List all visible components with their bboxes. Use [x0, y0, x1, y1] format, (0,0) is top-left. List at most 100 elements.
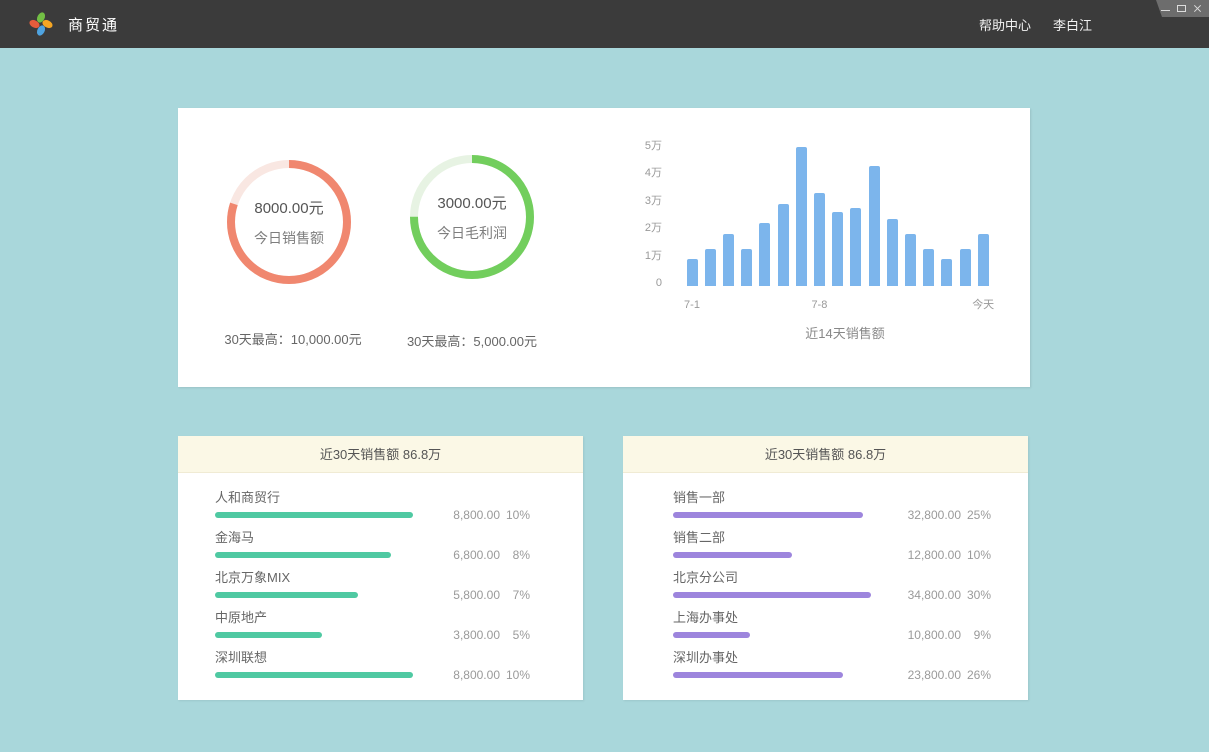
rank-bar-track	[673, 552, 871, 558]
rank-value: 34,800.00	[889, 588, 961, 602]
rank-label: 销售一部	[673, 490, 885, 505]
rank-row: 销售一部32,800.0025%	[623, 490, 1028, 518]
topbar: 商贸通 帮助中心 李白江	[0, 0, 1209, 48]
x-tick-label: 今天	[958, 298, 1008, 312]
rank-percent: 5%	[504, 628, 530, 642]
y-tick-label: 5万	[622, 139, 662, 153]
kpi-overview-card: 8000.00元 今日销售额 3000.00元 今日毛利润 30天最高：10,0…	[178, 108, 1030, 387]
today-profit-gauge: 3000.00元 今日毛利润	[402, 147, 542, 287]
gauge-center: 3000.00元 今日毛利润	[402, 147, 542, 287]
rank-row-left: 人和商贸行	[215, 490, 424, 518]
minimize-icon	[1161, 10, 1170, 11]
bar	[814, 193, 825, 287]
rank-row: 北京万象MIX5,800.007%	[178, 570, 583, 598]
rank-percent: 8%	[504, 548, 530, 562]
bar	[687, 259, 698, 287]
rank-bar	[215, 552, 391, 558]
rank-label: 金海马	[215, 530, 424, 545]
rank-bar-track	[673, 512, 871, 518]
window-close-button[interactable]	[1191, 0, 1204, 17]
gauge-value: 3000.00元	[437, 192, 506, 213]
rank-value: 6,800.00	[428, 548, 500, 562]
rank-row-left: 销售二部	[673, 530, 885, 558]
rank-bar-track	[215, 512, 413, 518]
rank-row-left: 上海办事处	[673, 610, 885, 638]
bar	[796, 147, 807, 286]
sales-30d-customers-panel: 近30天销售额 86.8万 人和商贸行8,800.0010%金海马6,800.0…	[178, 436, 583, 700]
rank-row: 金海马6,800.008%	[178, 530, 583, 558]
rank-label: 销售二部	[673, 530, 885, 545]
app-logo-icon	[28, 11, 54, 37]
rank-bar	[673, 672, 843, 678]
bar	[705, 249, 716, 286]
bar	[887, 219, 898, 286]
rank-percent: 25%	[965, 508, 991, 522]
rank-bar	[673, 592, 871, 598]
rank-bar-track	[215, 632, 413, 638]
rank-value: 10,800.00	[889, 628, 961, 642]
gauge-label: 今日销售额	[254, 228, 324, 248]
rank-label: 北京万象MIX	[215, 570, 424, 585]
rank-row: 销售二部12,800.0010%	[623, 530, 1028, 558]
bar	[905, 234, 916, 286]
chart-caption: 近14天销售额	[735, 323, 955, 342]
rank-label: 上海办事处	[673, 610, 885, 625]
bar	[741, 249, 752, 286]
rank-bar	[215, 512, 413, 518]
rank-percent: 26%	[965, 668, 991, 682]
gauge-footnote: 30天最高：5,000.00元	[332, 331, 612, 350]
rank-row: 深圳联想8,800.0010%	[178, 650, 583, 678]
rank-percent: 30%	[965, 588, 991, 602]
rank-bar-track	[215, 672, 413, 678]
rank-row-left: 北京万象MIX	[215, 570, 424, 598]
bar	[978, 234, 989, 286]
help-center-link[interactable]: 帮助中心	[979, 15, 1031, 34]
rank-percent: 10%	[965, 548, 991, 562]
rank-value: 12,800.00	[889, 548, 961, 562]
user-menu[interactable]: 李白江	[1053, 15, 1092, 34]
rank-row: 深圳办事处23,800.0026%	[623, 650, 1028, 678]
close-icon	[1193, 4, 1202, 13]
rank-row-left: 中原地产	[215, 610, 424, 638]
bar	[923, 249, 934, 286]
rank-value: 8,800.00	[428, 508, 500, 522]
rank-label: 中原地产	[215, 610, 424, 625]
topbar-nav: 帮助中心 李白江	[979, 15, 1092, 34]
rank-value: 3,800.00	[428, 628, 500, 642]
rank-row-left: 深圳联想	[215, 650, 424, 678]
rank-label: 北京分公司	[673, 570, 885, 585]
gauge-center: 8000.00元 今日销售额	[219, 152, 359, 292]
window-minimize-button[interactable]	[1159, 0, 1172, 17]
rank-label: 深圳办事处	[673, 650, 885, 665]
rank-bar-track	[215, 592, 413, 598]
rank-bar-track	[673, 632, 871, 638]
rank-bar	[673, 632, 750, 638]
rank-value: 8,800.00	[428, 668, 500, 682]
rank-bar-track	[673, 592, 871, 598]
window-controls	[1147, 0, 1209, 17]
rank-bar	[215, 672, 413, 678]
rank-bar-track	[673, 672, 871, 678]
bar	[832, 212, 843, 286]
rank-bar	[673, 512, 863, 518]
bar	[869, 166, 880, 286]
window-maximize-button[interactable]	[1175, 0, 1188, 17]
rank-label: 人和商贸行	[215, 490, 424, 505]
sales-30d-departments-panel: 近30天销售额 86.8万 销售一部32,800.0025%销售二部12,800…	[623, 436, 1028, 700]
gauge-label: 今日毛利润	[437, 223, 507, 243]
rank-bar	[215, 632, 322, 638]
rank-row: 北京分公司34,800.0030%	[623, 570, 1028, 598]
sales-14d-bar-chart: 5万4万3万2万1万0 7-17-8今天 近14天销售额	[598, 108, 1030, 387]
bar	[778, 204, 789, 287]
rank-row: 中原地产3,800.005%	[178, 610, 583, 638]
rank-value: 5,800.00	[428, 588, 500, 602]
rank-row-left: 销售一部	[673, 490, 885, 518]
bar	[941, 259, 952, 287]
today-sales-gauge: 8000.00元 今日销售额	[219, 152, 359, 292]
panel-title: 近30天销售额 86.8万	[623, 436, 1028, 473]
rank-percent: 10%	[504, 668, 530, 682]
rank-percent: 7%	[504, 588, 530, 602]
y-tick-label: 0	[622, 276, 662, 290]
rank-row-left: 金海马	[215, 530, 424, 558]
x-tick-label: 7-8	[794, 298, 844, 312]
